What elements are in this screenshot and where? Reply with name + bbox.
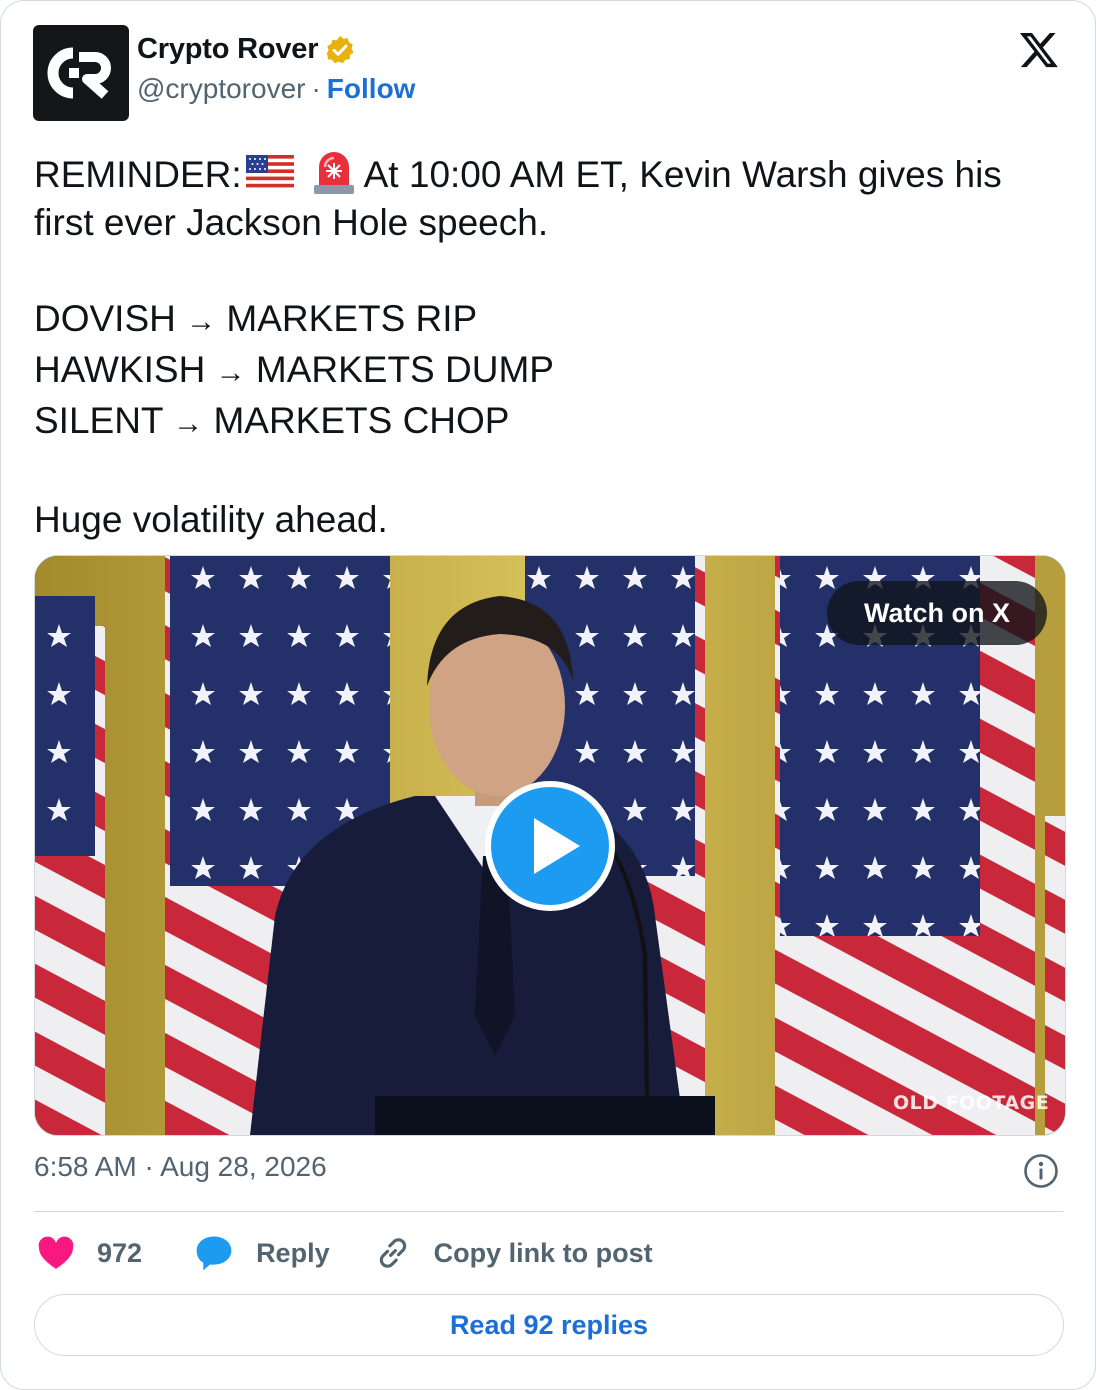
author-handle[interactable]: @cryptorover (137, 73, 305, 105)
author-name[interactable]: Crypto Rover (137, 33, 319, 66)
author-name-row: Crypto Rover (137, 33, 356, 66)
follow-button[interactable]: Follow (327, 73, 416, 105)
play-icon[interactable] (484, 780, 616, 912)
like-count: 972 (97, 1237, 143, 1268)
scenario-line-dovish: DOVISH → MARKETS RIP (34, 295, 1054, 346)
divider (34, 1211, 1064, 1212)
author-avatar[interactable] (33, 25, 129, 121)
heart-icon (38, 1236, 74, 1269)
link-icon (379, 1238, 406, 1268)
verified-badge-icon (326, 35, 354, 63)
copy-link-label: Copy link to post (433, 1237, 653, 1268)
x-logo-icon[interactable] (1017, 29, 1061, 71)
scenario-outcome: MARKETS RIP (226, 298, 478, 339)
arrow-glyph: → (215, 356, 246, 389)
reply-label: Reply (256, 1237, 330, 1268)
read-replies-button[interactable]: Read 92 replies (34, 1294, 1064, 1356)
post-paragraph-reminder: REMINDER: At 10:00 AM ET, Kevin Warsh gi… (34, 145, 1054, 247)
scenario-condition: SILENT (34, 400, 163, 441)
speech-bubble-icon (196, 1236, 232, 1271)
scenario-outcome: MARKETS DUMP (255, 349, 554, 390)
arrow-glyph: → (173, 407, 204, 440)
us-flag-emoji-icon (245, 155, 294, 191)
cr-logo-icon (47, 47, 111, 99)
watch-on-x-button[interactable]: Watch on X (827, 581, 1047, 645)
scenario-outcome: MARKETS CHOP (213, 400, 510, 441)
embedded-post-card: Crypto Rover @cryptorover · Follow REMIN… (0, 0, 1096, 1390)
scenario-line-silent: SILENT → MARKETS CHOP (34, 397, 1054, 448)
post-actions: 972 Reply Copy link to post (37, 1229, 653, 1277)
post-timestamp[interactable]: 6:58 AM · Aug 28, 2026 (34, 1151, 327, 1183)
like-button[interactable]: 972 (37, 1236, 142, 1270)
copy-link-button[interactable]: Copy link to post (374, 1234, 653, 1272)
scenario-condition: HAWKISH (34, 349, 206, 390)
old-footage-label: OLD FOOTAGE (893, 1092, 1050, 1114)
author-handle-row: @cryptorover · Follow (137, 73, 415, 105)
scenario-condition: DOVISH (34, 298, 176, 339)
reply-button[interactable]: Reply (194, 1234, 330, 1272)
arrow-glyph: → (186, 305, 217, 338)
rotating-light-emoji-icon (313, 152, 354, 194)
separator-dot: · (311, 73, 321, 104)
video-player[interactable]: Watch on X OLD FOOTAGE (34, 555, 1066, 1136)
scenario-line-hawkish: HAWKISH → MARKETS DUMP (34, 346, 1054, 397)
post-text: REMINDER: At 10:00 AM ET, Kevin Warsh gi… (34, 145, 1054, 544)
info-icon[interactable] (1023, 1153, 1059, 1189)
reminder-prefix: REMINDER: (34, 154, 242, 195)
closing-line: Huge volatility ahead. (34, 499, 388, 540)
